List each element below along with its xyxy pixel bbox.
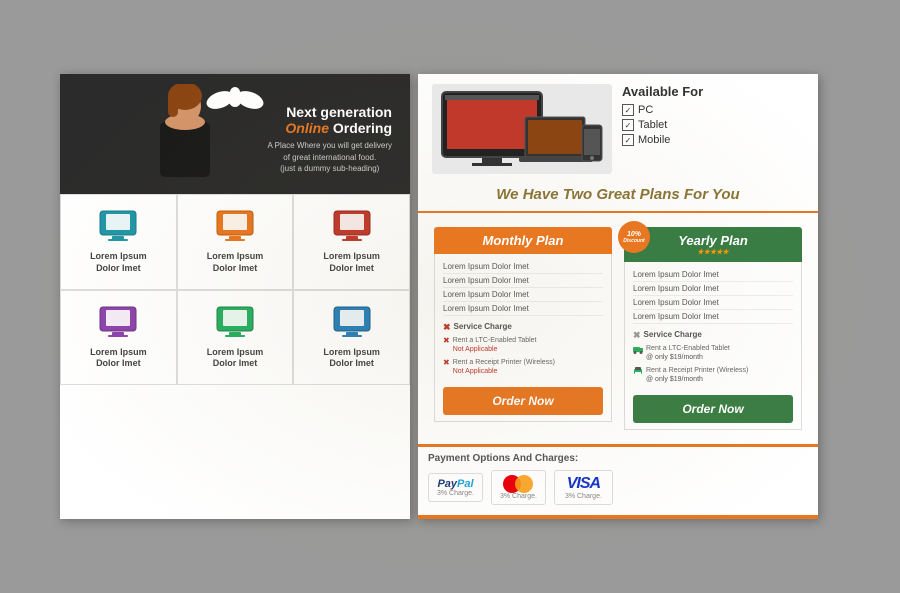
monthly-x-icon: ✖ [443,322,451,333]
page-background: Next generation Online Ordering A Place … [0,0,900,593]
monitor-icon-5 [215,305,255,339]
devices-area [432,84,612,174]
monitor-icon-2 [215,209,255,243]
yearly-plan-box: 10% Discount Yearly Plan ★★★★★ Lorem Ips… [618,221,808,435]
monthly-service-2: ✖ Rent a Receipt Printer (Wireless)Not A… [443,358,603,376]
monthly-plan-box: Monthly Plan Lorem Ipsum Dolor Imet Lore… [428,221,618,435]
check-icon-mobile: ✓ [622,134,634,146]
printer-icon [633,366,643,376]
truck-icon [633,344,643,354]
yearly-item-3: Lorem Ipsum Dolor Imet [633,296,793,310]
available-for: Available For ✓ PC ✓ Tablet ✓ Mobile [622,84,804,174]
check-icon-pc: ✓ [622,104,634,116]
payment-title: Payment Options And Charges: [428,453,808,464]
monthly-plan-header: Monthly Plan [434,227,612,254]
monthly-x2-icon: ✖ [443,336,450,345]
paypal-charge: 3% Charge. [437,490,474,497]
avail-tablet: ✓ Tablet [622,119,804,131]
left-header: Next generation Online Ordering A Place … [60,74,410,194]
monitor-icon-3 [332,209,372,243]
monitor-icon-6 [332,305,372,339]
monitor-icon-4 [98,305,138,339]
yearly-service-charge: ✖ Service Charge [633,330,793,341]
visa-text: VISA [567,475,600,493]
header-sub: A Place Where you will get deliveryof gr… [268,140,393,174]
orange-bottom-bar [418,515,818,519]
monthly-item-1: Lorem Ipsum Dolor Imet [443,260,603,274]
header-text: Next generation Online Ordering A Place … [268,104,393,174]
left-grid: Lorem IpsumDolor Imet Lorem IpsumDolor I… [60,194,410,385]
monthly-item-4: Lorem Ipsum Dolor Imet [443,302,603,316]
yearly-service: ✖ Service Charge Rent a LTC- [633,330,793,383]
cell-label-2: Lorem IpsumDolor Imet [207,251,264,274]
plans-title: We Have Two Great Plans For You [418,180,818,213]
mastercard-charge: 3% Charge. [500,493,537,500]
payment-section: Payment Options And Charges: PayPal 3% C… [418,444,818,515]
grid-cell-5: Lorem IpsumDolor Imet [177,290,294,385]
right-header: Available For ✓ PC ✓ Tablet ✓ Mobile [418,74,818,180]
header-white: Ordering [333,120,392,136]
visa-logo: VISA 3% Charge. [554,470,613,505]
grid-cell-1: Lorem IpsumDolor Imet [60,194,177,289]
plans-row: Monthly Plan Lorem Ipsum Dolor Imet Lore… [418,213,818,443]
mastercard-circles [503,475,533,493]
monthly-item-3: Lorem Ipsum Dolor Imet [443,288,603,302]
visa-charge: 3% Charge. [565,493,602,500]
paypal-logo: PayPal 3% Charge. [428,473,483,502]
flyer-container: Next generation Online Ordering A Place … [60,74,840,518]
monthly-order-button[interactable]: Order Now [443,387,603,415]
yearly-plan-body: Lorem Ipsum Dolor Imet Lorem Ipsum Dolor… [624,262,802,429]
monthly-service-1: ✖ Rent a LTC-Enabled TabletNot Applicabl… [443,336,603,354]
monthly-service-charge: ✖ Service Charge [443,322,603,333]
yearly-order-button[interactable]: Order Now [633,395,793,423]
check-icon-tablet: ✓ [622,119,634,131]
cell-label-3: Lorem IpsumDolor Imet [323,251,380,274]
cell-label-5: Lorem IpsumDolor Imet [207,347,264,370]
available-title: Available For [622,84,804,99]
monthly-item-2: Lorem Ipsum Dolor Imet [443,274,603,288]
monthly-x3-icon: ✖ [443,358,450,367]
payment-logos: PayPal 3% Charge. 3% Charge. VISA 3% Ch [428,470,808,505]
avail-mobile: ✓ Mobile [622,134,804,146]
grid-cell-3: Lorem IpsumDolor Imet [293,194,410,289]
grid-cell-6: Lorem IpsumDolor Imet [293,290,410,385]
yearly-item-4: Lorem Ipsum Dolor Imet [633,310,793,324]
monthly-service: ✖ Service Charge ✖ Rent a LTC-Enabled Ta… [443,322,603,375]
yearly-x-icon: ✖ [633,330,641,341]
yearly-item-2: Lorem Ipsum Dolor Imet [633,282,793,296]
header-line2: Online Ordering [268,120,393,136]
yearly-service-2: Rent a Receipt Printer (Wireless)@ only … [633,366,793,384]
left-panel: Next generation Online Ordering A Place … [60,74,410,518]
grid-cell-2: Lorem IpsumDolor Imet [177,194,294,289]
header-orange: Online [285,120,329,136]
mc-orange-circle [515,475,533,493]
avail-pc: ✓ PC [622,104,804,116]
header-line1: Next generation [268,104,393,120]
monthly-plan-body: Lorem Ipsum Dolor Imet Lorem Ipsum Dolor… [434,254,612,421]
yearly-item-1: Lorem Ipsum Dolor Imet [633,268,793,282]
right-panel: Available For ✓ PC ✓ Tablet ✓ Mobile [418,74,818,518]
cell-label-4: Lorem IpsumDolor Imet [90,347,147,370]
yearly-service-1: Rent a LTC-Enabled Tablet@ only $19/mont… [633,344,793,362]
paypal-text: PayPal [437,478,473,490]
monitor-icon-1 [98,209,138,243]
mastercard-logo: 3% Charge. [491,470,546,505]
cell-label-1: Lorem IpsumDolor Imet [90,251,147,274]
stars: ★★★★★ [634,248,792,256]
cell-label-6: Lorem IpsumDolor Imet [323,347,380,370]
grid-cell-4: Lorem IpsumDolor Imet [60,290,177,385]
yearly-plan-header: 10% Discount Yearly Plan ★★★★★ [624,227,802,262]
